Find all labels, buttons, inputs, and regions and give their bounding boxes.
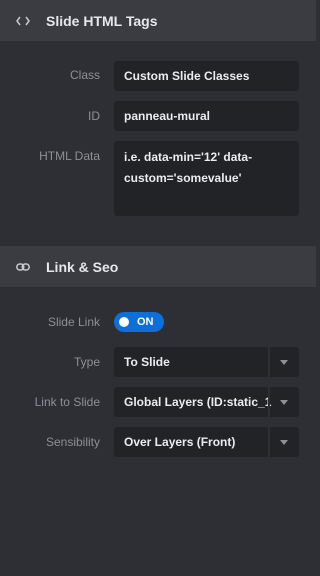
sensibility-label: Sensibility	[45, 435, 100, 449]
html-data-line-1: i.e. data-min='12' data-	[124, 150, 253, 164]
type-label: Type	[73, 355, 100, 369]
section-title: Slide HTML Tags	[46, 12, 158, 29]
link-to-slide-select[interactable]: Global Layers (ID:static_1	[114, 387, 299, 417]
chevron-down-icon[interactable]	[280, 360, 288, 365]
chevron-down-icon[interactable]	[280, 400, 288, 405]
html-data-label: HTML Data	[39, 149, 100, 163]
section-title: Link & Seo	[46, 258, 119, 275]
class-input[interactable]: Custom Slide Classes	[114, 61, 299, 91]
link-icon	[15, 259, 31, 275]
slide-link-label: Slide Link	[47, 315, 100, 329]
type-select[interactable]: To Slide	[114, 347, 299, 377]
section-header-link-seo[interactable]: Link & Seo	[0, 246, 316, 287]
id-input[interactable]: panneau-mural	[114, 101, 299, 131]
chevron-down-icon[interactable]	[280, 440, 288, 445]
class-label: Class	[69, 68, 100, 82]
code-icon	[15, 13, 31, 29]
slide-link-toggle[interactable]: ON	[114, 312, 164, 332]
toggle-state: ON	[137, 316, 154, 328]
select-divider	[268, 347, 270, 377]
link-to-slide-value: Global Layers (ID:static_1	[124, 395, 272, 409]
html-data-textarea[interactable]: i.e. data-min='12' data- custom='someval…	[114, 141, 299, 216]
id-label: ID	[88, 109, 100, 123]
select-divider	[268, 387, 270, 417]
section-header-html-tags[interactable]: Slide HTML Tags	[0, 0, 316, 41]
type-value: To Slide	[124, 355, 170, 369]
link-to-slide-label: Link to Slide	[34, 395, 100, 409]
html-data-line-2: custom='somevalue'	[124, 171, 242, 185]
toggle-knob	[119, 317, 129, 327]
select-divider	[268, 427, 270, 457]
sensibility-value: Over Layers (Front)	[124, 435, 236, 449]
sensibility-select[interactable]: Over Layers (Front)	[114, 427, 299, 457]
